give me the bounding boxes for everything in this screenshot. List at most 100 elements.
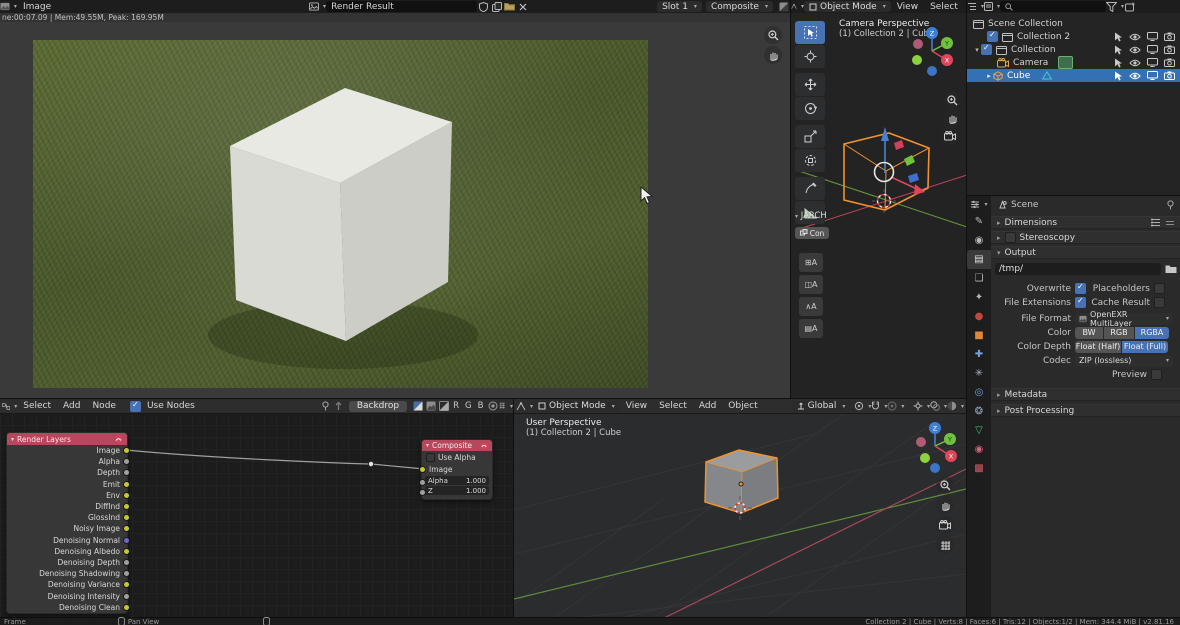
menu-add[interactable]: Add (57, 401, 86, 411)
backdrop-button[interactable]: Backdrop (349, 401, 407, 412)
backdrop-channel-color-alpha-button[interactable] (411, 401, 424, 412)
jarch-button-2[interactable]: ◫A (799, 275, 823, 294)
render-disable-icon[interactable] (1164, 58, 1175, 67)
proportional-edit-button[interactable] (887, 401, 904, 412)
viewport-disable-icon[interactable] (1147, 45, 1158, 54)
viewport-disable-icon[interactable] (1147, 71, 1158, 80)
menu-image[interactable]: Image (17, 2, 57, 12)
pan-icon[interactable] (943, 109, 961, 127)
output-socket[interactable] (123, 525, 130, 532)
filter-button[interactable] (1106, 1, 1124, 12)
preview-checkbox[interactable] (1151, 369, 1162, 380)
selectable-icon[interactable] (1114, 45, 1123, 55)
tool-tab[interactable]: ✎ (967, 212, 991, 231)
z-value-slider[interactable]: Z 1.000 (425, 486, 489, 495)
pin-button[interactable] (319, 401, 332, 412)
sidebar-tab-jarch[interactable]: ▾ JARCH (795, 211, 829, 221)
outliner-row-collection[interactable]: ▾ Collection (967, 43, 1180, 56)
new-collection-button[interactable] (1124, 1, 1137, 12)
channel-g-button[interactable]: G (462, 401, 475, 411)
cache-result-checkbox[interactable] (1154, 297, 1165, 308)
output-socket[interactable] (123, 581, 130, 588)
open-image-button[interactable] (503, 1, 516, 12)
image-name-field[interactable]: Render Result (326, 1, 477, 12)
output-socket[interactable] (123, 604, 130, 611)
overlays-toggle-button[interactable] (930, 401, 947, 412)
jarch-button-3[interactable]: ∧A (799, 297, 823, 316)
collapse-arrow-icon[interactable]: ▾ (426, 442, 429, 449)
viewport-top[interactable]: Camera Perspective (1) Collection 2 | Cu… (790, 13, 967, 398)
viewport-bottom-canvas[interactable]: User Perspective (1) Collection 2 | Cube… (514, 414, 966, 618)
jarch-con-button[interactable]: Con (795, 227, 829, 239)
color-rgba-button[interactable]: RGBA (1135, 327, 1169, 339)
selectable-icon[interactable] (1114, 32, 1123, 42)
channel-b-button[interactable]: B (475, 401, 487, 411)
output-socket[interactable] (123, 559, 130, 566)
codec-select[interactable]: ZIP (lossless) (1075, 355, 1173, 367)
object-properties-tab[interactable]: ■ (967, 326, 991, 345)
image-browse-button[interactable] (309, 1, 326, 12)
modifier-properties-tab[interactable]: ✚ (967, 345, 991, 364)
menu-select[interactable]: Select (653, 401, 693, 411)
render-properties-tab[interactable]: ◉ (967, 231, 991, 250)
annotate-tool[interactable] (795, 177, 825, 200)
menu-view[interactable]: View (620, 401, 653, 411)
rotate-tool[interactable] (795, 97, 825, 120)
transform-tool[interactable] (795, 149, 825, 172)
scale-tool[interactable] (795, 125, 825, 148)
editor-type-button[interactable] (967, 196, 991, 212)
output-socket[interactable] (123, 447, 130, 454)
float-half-button[interactable]: Float (Half) (1075, 341, 1121, 353)
overwrite-checkbox[interactable] (1075, 283, 1086, 294)
composite-node[interactable]: ▾ Composite Use Alpha Image Alpha 1.0 (421, 439, 493, 500)
physics-properties-tab[interactable]: ◎ (967, 383, 991, 402)
alpha-value-slider[interactable]: Alpha 1.000 (425, 476, 489, 485)
particles-properties-tab[interactable]: ✳ (967, 364, 991, 383)
collection2-checkbox[interactable] (987, 31, 998, 42)
panel-post-processing[interactable]: Post Processing (991, 404, 1180, 417)
output-socket[interactable] (123, 514, 130, 521)
output-socket[interactable] (123, 481, 130, 488)
editor-type-button[interactable] (791, 1, 804, 12)
z-input-socket[interactable] (419, 489, 426, 496)
render-layers-node-header[interactable]: ▾ Render Layers (7, 433, 127, 445)
zoom-icon[interactable] (936, 476, 954, 494)
pan-icon[interactable] (936, 496, 954, 514)
viewport-disable-icon[interactable] (1147, 32, 1158, 41)
menu-select[interactable]: Select (924, 2, 964, 12)
channel-r-button[interactable]: R (450, 401, 462, 411)
placeholders-checkbox[interactable] (1154, 283, 1165, 294)
panel-output[interactable]: Output (991, 246, 1180, 259)
toggle-grid-icon[interactable] (936, 536, 954, 554)
constraints-properties-tab[interactable]: ❂ (967, 402, 991, 421)
collection-checkbox[interactable] (981, 44, 992, 55)
selectable-icon[interactable] (1114, 58, 1123, 68)
pass-select[interactable]: Composite (706, 1, 773, 12)
camera-view-icon[interactable] (941, 127, 959, 145)
slot-select[interactable]: Slot 1 (657, 1, 702, 12)
camera-view-icon[interactable] (936, 516, 954, 534)
output-socket[interactable] (123, 570, 130, 577)
new-image-button[interactable] (490, 1, 503, 12)
mode-select[interactable]: Object Mode (804, 1, 891, 12)
view-layer-properties-tab[interactable]: ❏ (967, 269, 991, 288)
zoom-icon[interactable] (764, 26, 782, 44)
snapping-button[interactable] (499, 401, 513, 412)
panel-dimensions[interactable]: Dimensions (991, 216, 1180, 229)
output-socket[interactable] (123, 469, 130, 476)
alpha-input-socket[interactable] (419, 479, 426, 486)
pin-icon[interactable] (1166, 200, 1175, 210)
output-path-field[interactable]: /tmp/ (995, 263, 1161, 275)
outliner-row-collection2[interactable]: Collection 2 (967, 30, 1180, 43)
display-mode-button[interactable] (984, 1, 1000, 12)
output-socket[interactable] (123, 503, 130, 510)
use-nodes-checkbox[interactable] (130, 401, 141, 412)
output-socket[interactable] (123, 548, 130, 555)
composite-node-header[interactable]: ▾ Composite (422, 440, 492, 451)
backdrop-channel-alpha-button[interactable] (437, 401, 450, 412)
texture-properties-tab[interactable]: ▩ (967, 459, 991, 478)
snap-button[interactable] (871, 401, 887, 412)
pan-icon[interactable] (764, 46, 782, 64)
panel-metadata[interactable]: Metadata (991, 388, 1180, 401)
menu-node[interactable]: Node (86, 401, 122, 411)
